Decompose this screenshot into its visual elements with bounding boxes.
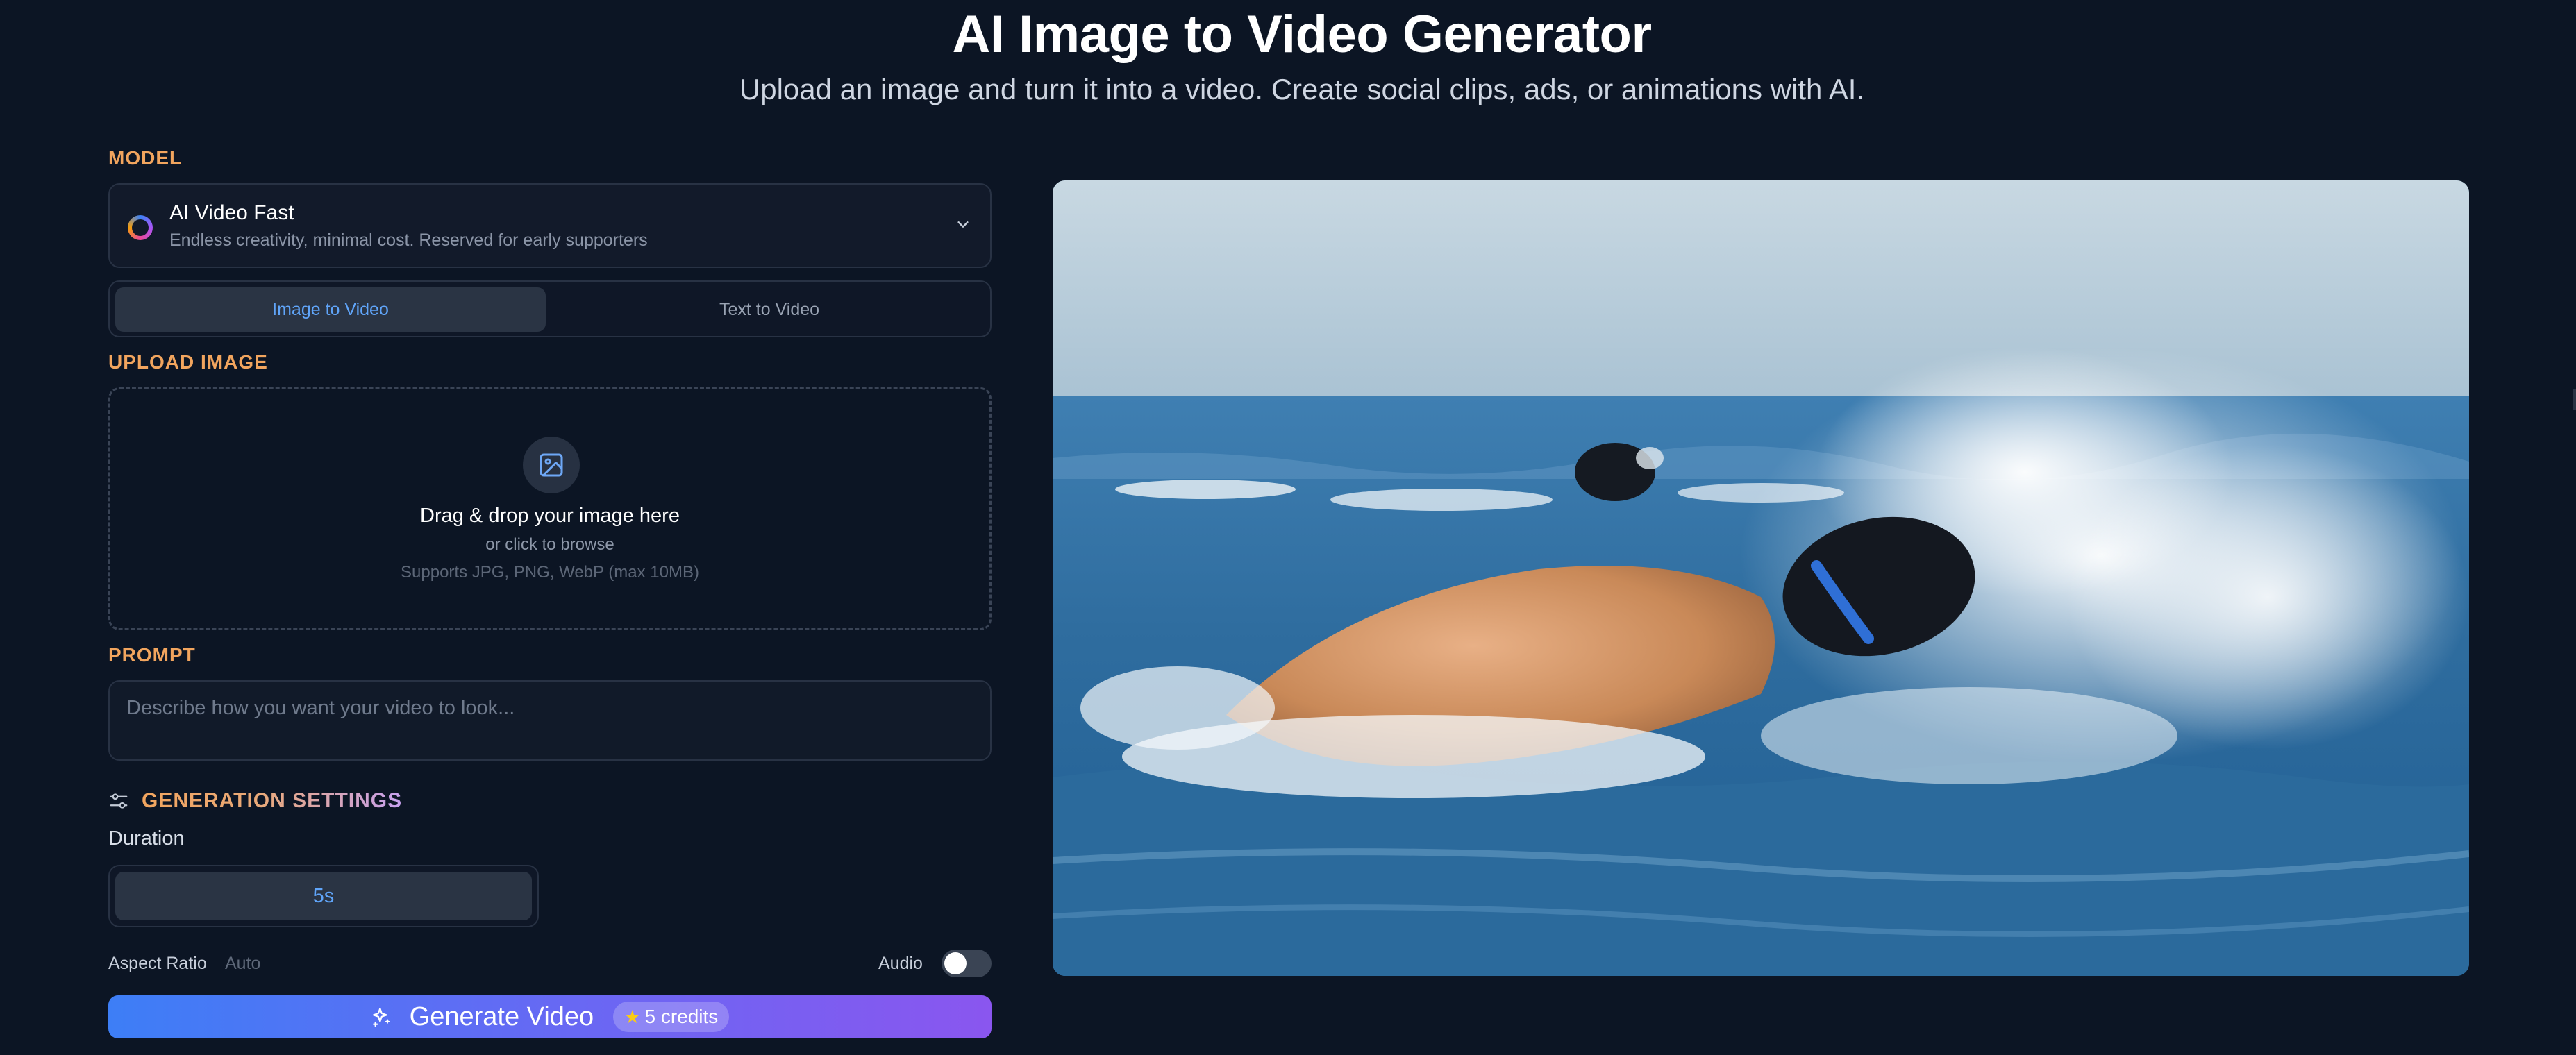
model-select[interactable]: AI Video Fast Endless creativity, minima… (108, 183, 992, 268)
scroll-edge-marker (2573, 389, 2576, 410)
sliders-icon (110, 793, 128, 809)
star-icon: ★ (624, 1006, 641, 1027)
duration-label: Duration (108, 827, 185, 850)
upload-icon-circle (523, 437, 580, 493)
tab-text-to-video[interactable]: Text to Video (554, 287, 985, 332)
page-title: AI Image to Video Generator (952, 5, 1652, 64)
upload-dropzone[interactable]: Drag & drop your image here or click to … (108, 387, 992, 630)
model-name: AI Video Fast (169, 201, 294, 224)
audio-toggle-knob (944, 952, 967, 974)
audio-toggle[interactable] (942, 950, 992, 977)
aspect-ratio-value[interactable]: Auto (225, 954, 260, 974)
upload-browse-text: or click to browse (485, 535, 614, 554)
chevron-down-icon (957, 221, 969, 228)
mode-tabs: Image to Video Text to Video (108, 280, 992, 337)
generation-settings-title: GENERATION SETTINGS (142, 789, 403, 812)
prompt-input[interactable] (108, 680, 992, 761)
generation-settings-header: GENERATION SETTINGS (108, 788, 402, 813)
tab-image-to-video[interactable]: Image to Video (115, 287, 546, 332)
model-section-label: MODEL (108, 147, 183, 169)
prompt-section-label: PROMPT (108, 644, 196, 666)
sparkles-icon (372, 1007, 390, 1027)
upload-main-text: Drag & drop your image here (420, 505, 680, 527)
video-preview[interactable] (1053, 180, 2469, 976)
image-icon (540, 453, 563, 477)
duration-option-5s[interactable]: 5s (115, 872, 532, 920)
duration-selector: 5s (108, 865, 539, 927)
upload-section-label: UPLOAD IMAGE (108, 351, 268, 373)
page-subtitle: Upload an image and turn it into a video… (739, 73, 1865, 106)
upload-format-note: Supports JPG, PNG, WebP (max 10MB) (401, 563, 699, 582)
aspect-ratio-label: Aspect Ratio (108, 954, 207, 973)
audio-label: Audio (878, 954, 923, 973)
model-description: Endless creativity, minimal cost. Reserv… (169, 230, 648, 250)
model-logo-icon (128, 215, 153, 240)
generate-video-button[interactable]: Generate Video ★ 5 credits (108, 995, 992, 1038)
credits-badge: ★ 5 credits (613, 1002, 730, 1032)
credits-text: 5 credits (644, 1006, 719, 1027)
generate-button-label: Generate Video (409, 1002, 594, 1031)
page: AI Image to Video Generator Upload an im… (0, 0, 2576, 1055)
preview-image (1053, 180, 2469, 976)
